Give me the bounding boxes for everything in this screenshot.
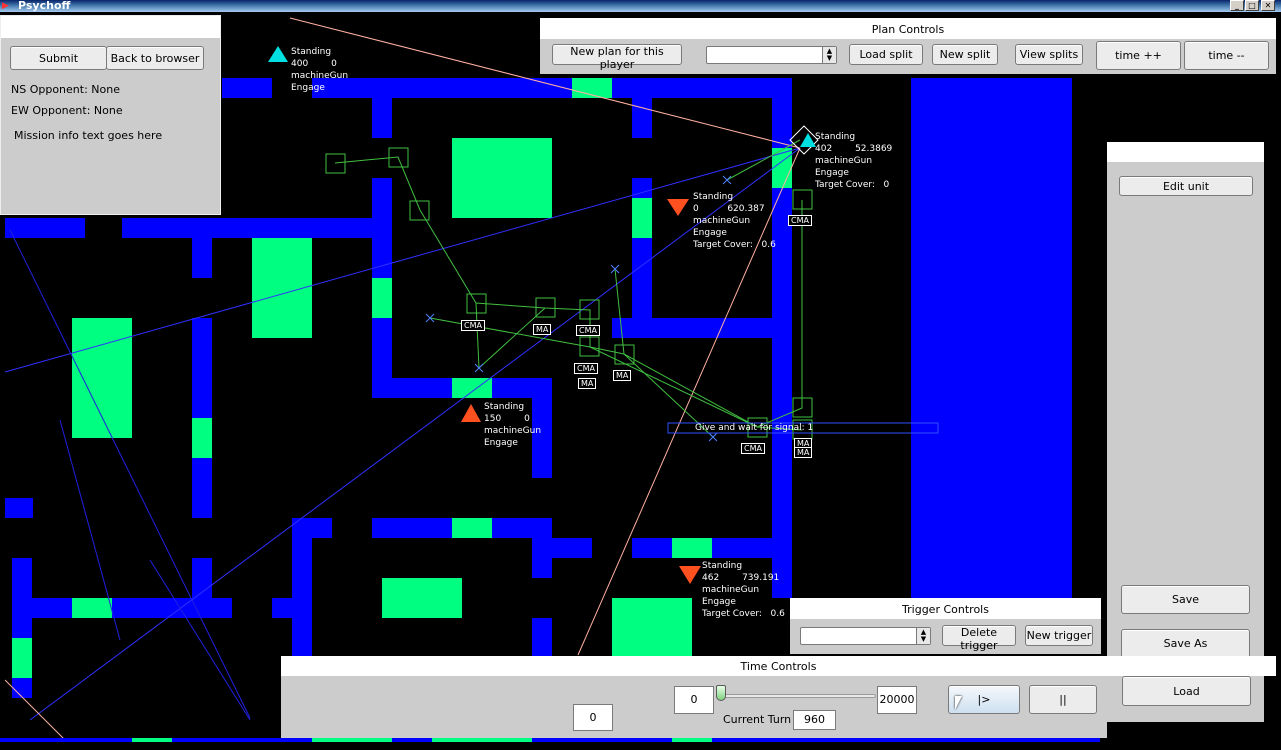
plan-controls-title: Plan Controls bbox=[540, 18, 1276, 39]
trigger-select[interactable]: ▲ ▼ bbox=[800, 627, 931, 645]
move-mode-label: MA bbox=[533, 324, 552, 335]
maximize-icon[interactable]: □ bbox=[1245, 0, 1259, 11]
back-to-browser-button[interactable]: Back to browser bbox=[106, 46, 204, 70]
save-button[interactable]: Save bbox=[1121, 585, 1250, 614]
move-mode-label: MA bbox=[613, 370, 632, 381]
delete-trigger-button[interactable]: Delete trigger bbox=[942, 625, 1016, 652]
move-mode-label: MA bbox=[578, 378, 597, 389]
move-mode-label: CMA bbox=[461, 320, 485, 331]
unit-label: Standing 402 52.3869 machineGun Engage T… bbox=[815, 132, 893, 190]
view-splits-button[interactable]: View splits bbox=[1015, 44, 1083, 65]
move-mode-label: CMA bbox=[574, 363, 598, 374]
signal-label: Give and wait for signal: 1 bbox=[695, 423, 814, 433]
unit-label: Standing 0 620.387 machineGun Engage Tar… bbox=[693, 192, 776, 250]
blue-unit-marker[interactable] bbox=[268, 46, 288, 62]
slider-max-field[interactable]: 20000 bbox=[877, 686, 917, 714]
current-turn-label: Current Turn bbox=[723, 713, 792, 726]
unit-label: Standing 462 739.191 machineGun Engage T… bbox=[702, 561, 785, 619]
time-slider-track[interactable] bbox=[716, 694, 876, 698]
move-mode-label: MA bbox=[794, 447, 813, 458]
cursor-icon bbox=[955, 696, 962, 710]
time-increase-button[interactable]: time ++ bbox=[1096, 41, 1181, 70]
move-mode-label: CMA bbox=[788, 215, 812, 226]
load-split-button[interactable]: Load split bbox=[849, 44, 923, 65]
window-title: Psychoff bbox=[18, 0, 71, 12]
bottom-map-strip bbox=[0, 738, 1281, 750]
select-arrows-icon: ▲ ▼ bbox=[822, 47, 836, 63]
pause-button[interactable]: || bbox=[1029, 685, 1097, 714]
edit-unit-button[interactable]: Edit unit bbox=[1119, 176, 1253, 196]
time-decrease-button[interactable]: time -- bbox=[1184, 41, 1269, 70]
move-mode-label: CMA bbox=[741, 443, 765, 454]
unit-label: Standing 150 0 machineGun Engage bbox=[484, 402, 542, 448]
load-button[interactable]: Load bbox=[1122, 676, 1251, 706]
split-select[interactable]: ▲ ▼ bbox=[706, 46, 837, 64]
unit-panel-header bbox=[1107, 142, 1264, 162]
submit-button[interactable]: Submit bbox=[10, 46, 107, 70]
slider-min-field[interactable]: 0 bbox=[674, 686, 714, 714]
time-controls-title: Time Controls bbox=[281, 656, 1276, 676]
save-as-button[interactable]: Save As bbox=[1121, 629, 1250, 658]
time-slider-thumb[interactable] bbox=[716, 685, 726, 701]
ew-opponent-label: EW Opponent: None bbox=[11, 104, 123, 117]
ns-opponent-label: NS Opponent: None bbox=[11, 83, 120, 96]
red-unit-marker[interactable] bbox=[461, 404, 481, 422]
red-unit-marker[interactable] bbox=[679, 566, 701, 584]
time-field[interactable]: 0 bbox=[573, 704, 613, 731]
new-trigger-button[interactable]: New trigger bbox=[1025, 625, 1093, 646]
minimize-icon[interactable]: _ bbox=[1230, 0, 1244, 11]
current-turn-field[interactable]: 960 bbox=[793, 710, 836, 730]
red-unit-marker[interactable] bbox=[667, 199, 689, 216]
close-icon[interactable]: ✕ bbox=[1261, 0, 1275, 11]
window-title-bar: ▶ Psychoff _ □ ✕ bbox=[0, 0, 1281, 12]
psychoff-app-icon: ▶ bbox=[2, 1, 9, 11]
move-mode-label: CMA bbox=[576, 325, 600, 336]
unit-label: Standing 400 0 machineGun Engage bbox=[291, 47, 349, 93]
new-split-button[interactable]: New split bbox=[932, 44, 998, 65]
mission-panel-header bbox=[1, 16, 220, 38]
trigger-controls-title: Trigger Controls bbox=[790, 598, 1101, 619]
water-area bbox=[911, 78, 1072, 598]
mission-info-text: Mission info text goes here bbox=[14, 129, 163, 142]
new-plan-button[interactable]: New plan for this player bbox=[552, 44, 682, 71]
select-arrows-icon: ▲ ▼ bbox=[916, 628, 930, 644]
